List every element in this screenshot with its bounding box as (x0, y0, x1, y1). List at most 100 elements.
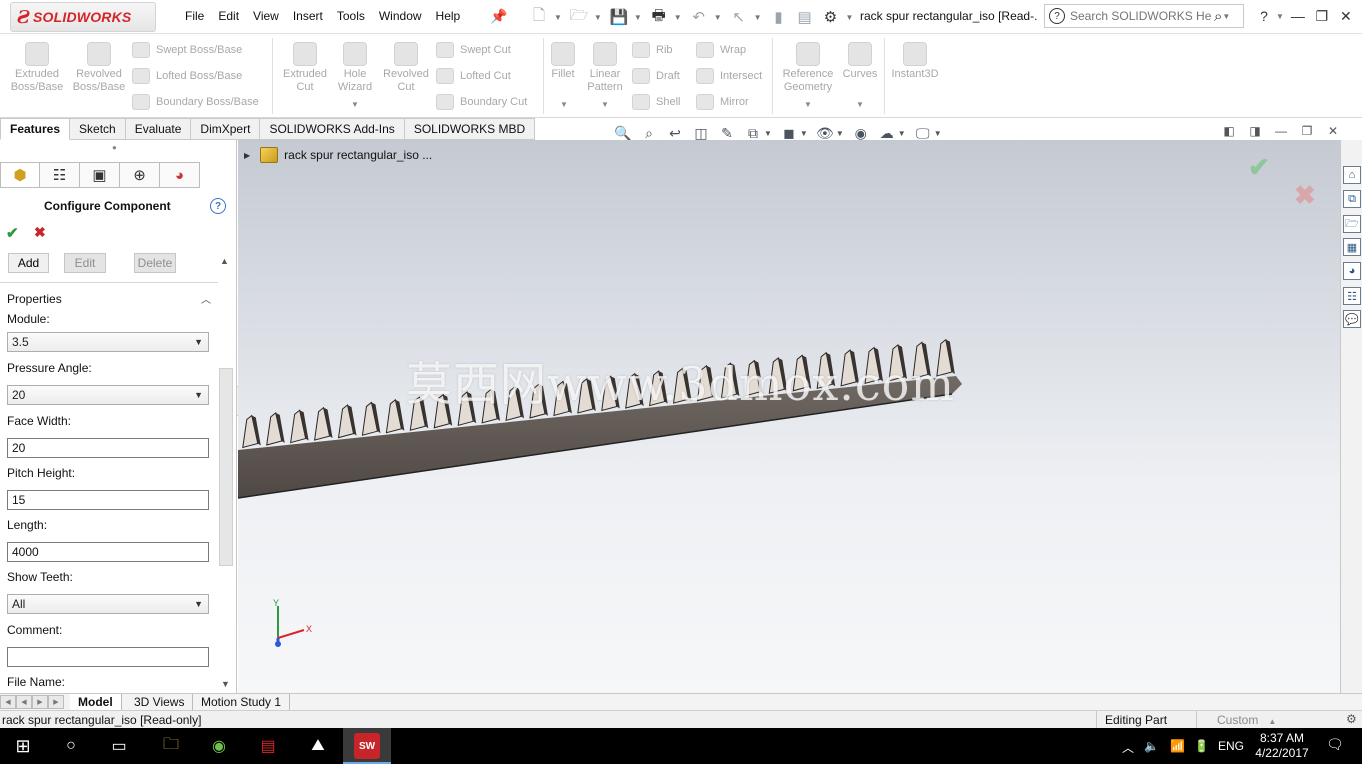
select-caret-icon[interactable]: ▼ (754, 13, 762, 22)
pitch-height-input[interactable] (7, 490, 209, 510)
volume-icon[interactable]: 🔈 (1144, 739, 1159, 753)
minimize-icon[interactable]: — (1286, 8, 1310, 24)
dimxpert-manager-tab-icon[interactable]: ⊕ (120, 162, 160, 188)
wrap-button[interactable]: Wrap (696, 40, 746, 60)
collapse-chevron-icon[interactable]: ︿ (201, 291, 211, 306)
browser-taskbar-icon[interactable]: ◉ (206, 733, 232, 759)
task-view-icon[interactable]: ▭ (106, 733, 132, 759)
undo-icon[interactable]: ↶ (688, 6, 710, 28)
reference-geometry-button[interactable]: Reference Geometry (778, 42, 838, 94)
rib-button[interactable]: Rib (632, 40, 673, 60)
boundary-cut-button[interactable]: Boundary Cut (436, 92, 527, 112)
save-caret-icon[interactable]: ▼ (634, 13, 642, 22)
recorder-taskbar-icon[interactable]: ▤ (255, 733, 281, 759)
open-folder-icon[interactable]: 🗁 (568, 6, 590, 28)
display-style-caret-icon[interactable]: ▼ (800, 129, 808, 138)
view-orientation-caret-icon[interactable]: ▼ (764, 129, 772, 138)
menu-file[interactable]: File (178, 9, 211, 23)
menu-help[interactable]: Help (429, 9, 468, 23)
new-caret-icon[interactable]: ▼ (554, 13, 562, 22)
tab-addins[interactable]: SOLIDWORKS Add-Ins (260, 118, 405, 140)
reference-geometry-caret-icon[interactable]: ▼ (804, 100, 812, 109)
photos-taskbar-icon[interactable]: ⛰ (305, 733, 331, 759)
help-caret-icon[interactable]: ▼ (1276, 12, 1284, 21)
menu-view[interactable]: View (246, 9, 286, 23)
hole-wizard-caret-icon[interactable]: ▼ (351, 100, 359, 109)
confirm-cancel-icon[interactable]: ✖ (1294, 180, 1316, 211)
tab-motion-study[interactable]: Motion Study 1 (193, 694, 291, 710)
scroll-up-icon[interactable]: ▲ (220, 256, 229, 266)
search-icon[interactable]: ⌕ (1214, 8, 1222, 25)
curves-caret-icon[interactable]: ▼ (856, 100, 864, 109)
save-icon[interactable]: 💾 (608, 6, 630, 28)
viewport-minimize-icon[interactable]: — (1272, 124, 1290, 138)
prev-tab-icon[interactable]: ◀ (16, 695, 32, 709)
hole-wizard-button[interactable]: Hole Wizard (326, 42, 384, 94)
options-caret-icon[interactable]: ▼ (846, 13, 854, 22)
curves-button[interactable]: Curves (838, 42, 882, 81)
cancel-x-icon[interactable]: ✖ (34, 224, 46, 241)
rebuild-status-icon[interactable]: ⚙ (1346, 712, 1357, 726)
mirror-button[interactable]: Mirror (696, 92, 749, 112)
view-settings-caret-icon[interactable]: ▼ (934, 129, 942, 138)
swept-boss-button[interactable]: Swept Boss/Base (132, 40, 242, 60)
battery-icon[interactable]: 🔋 (1194, 739, 1209, 753)
custom-properties-icon[interactable]: ☷ (1343, 287, 1361, 305)
wifi-icon[interactable]: 📶 (1170, 739, 1185, 753)
help-menu-icon[interactable]: ? (1252, 8, 1276, 24)
hide-show-caret-icon[interactable]: ▼ (836, 129, 844, 138)
tab-3d-views[interactable]: 3D Views (126, 694, 194, 710)
length-input[interactable] (7, 542, 209, 562)
design-library-icon[interactable]: ⧉ (1343, 190, 1361, 208)
viewport-close-icon[interactable]: ✕ (1324, 124, 1342, 138)
options-gear-icon[interactable]: ⚙ (820, 6, 842, 28)
linear-pattern-caret-icon[interactable]: ▼ (601, 100, 609, 109)
solidworks-logo[interactable]: Ƨ SOLIDWORKS (10, 2, 156, 32)
first-tab-icon[interactable]: ◀ (0, 695, 16, 709)
instant3d-button[interactable]: Instant3D (886, 42, 944, 81)
module-select[interactable]: 3.5 ▼ (7, 332, 209, 352)
confirm-ok-icon[interactable]: ✔ (1248, 152, 1270, 183)
pressure-angle-select[interactable]: 20 ▼ (7, 385, 209, 405)
panel-scrollbar[interactable] (219, 368, 233, 566)
windows-start-icon[interactable]: ⊞ (10, 733, 36, 759)
scroll-down-icon[interactable]: ▼ (221, 679, 230, 689)
shell-button[interactable]: Shell (632, 92, 680, 112)
forum-icon[interactable]: 💬 (1343, 310, 1361, 328)
property-manager-tab-icon[interactable]: ☷ (40, 162, 80, 188)
properties-header[interactable]: Properties (7, 292, 62, 306)
solidworks-taskbar-icon[interactable]: SW (354, 733, 380, 759)
appearances-icon[interactable]: ◕ (1343, 262, 1361, 280)
panel-grip-icon[interactable]: ● (112, 143, 117, 152)
open-caret-icon[interactable]: ▼ (594, 13, 602, 22)
show-teeth-select[interactable]: All ▼ (7, 594, 209, 614)
menu-edit[interactable]: Edit (211, 9, 246, 23)
language-indicator[interactable]: ENG (1218, 739, 1244, 753)
viewport-restore-icon[interactable]: ❐ (1298, 124, 1316, 138)
search-box[interactable]: ? ⌕ ▼ (1044, 4, 1244, 28)
feature-manager-tab-icon[interactable]: ⬢ (0, 162, 40, 188)
menu-window[interactable]: Window (372, 9, 429, 23)
face-width-input[interactable] (7, 438, 209, 458)
swept-cut-button[interactable]: Swept Cut (436, 40, 511, 60)
menu-tools[interactable]: Tools (330, 9, 372, 23)
rebuild-icon[interactable]: ▮ (768, 6, 790, 28)
tab-features[interactable]: Features (0, 118, 71, 140)
display-manager-tab-icon[interactable]: ◕ (160, 162, 200, 188)
tab-model[interactable]: Model (70, 694, 122, 710)
panel-help-icon[interactable]: ? (210, 198, 226, 214)
viewport-previous-icon[interactable]: ◧ (1220, 124, 1238, 138)
undo-caret-icon[interactable]: ▼ (714, 13, 722, 22)
tab-sketch[interactable]: Sketch (70, 118, 126, 140)
comment-input[interactable] (7, 647, 209, 667)
search-input[interactable] (1070, 9, 1212, 23)
restore-icon[interactable]: ❐ (1310, 8, 1334, 25)
print-icon[interactable]: 🖶 (648, 6, 670, 28)
search-caret-icon[interactable]: ▼ (1222, 12, 1230, 21)
lofted-boss-button[interactable]: Lofted Boss/Base (132, 66, 242, 86)
next-tab-icon[interactable]: ▶ (32, 695, 48, 709)
apply-scene-caret-icon[interactable]: ▼ (898, 129, 906, 138)
delete-button[interactable]: Delete (134, 253, 176, 273)
resources-home-icon[interactable]: ⌂ (1343, 166, 1361, 184)
select-arrow-icon[interactable]: ↖ (728, 6, 750, 28)
